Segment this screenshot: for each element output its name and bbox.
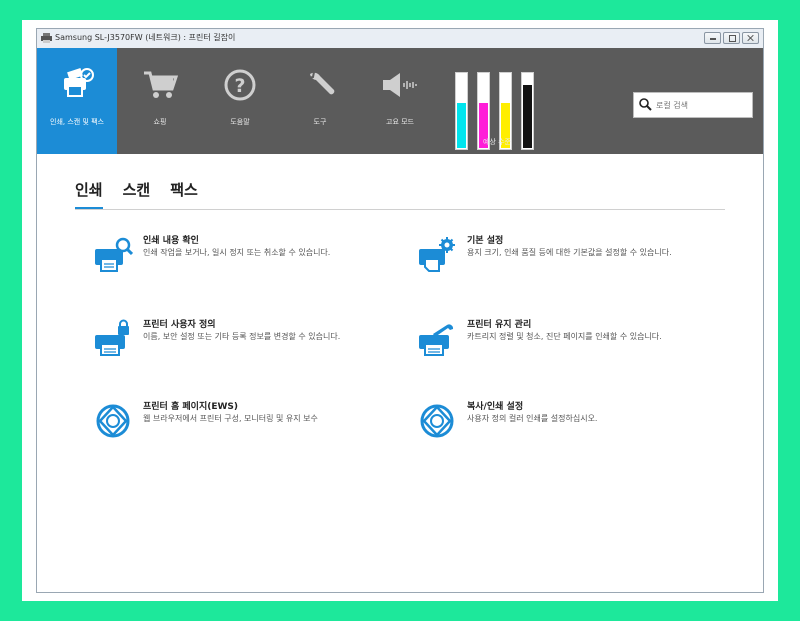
tab-print[interactable]: 인쇄 — [75, 179, 103, 210]
toolbar-label-shopping: 쇼핑 — [153, 118, 167, 126]
toolbar-item-tools[interactable]: 도구 — [280, 48, 360, 154]
ink-level-label: 예상 수준 — [483, 138, 511, 146]
toolbar-label-quiet-mode: 고요 모드 — [386, 118, 414, 126]
printer-lock-icon — [95, 319, 129, 356]
tab-scan[interactable]: 스캔 — [123, 179, 151, 206]
printer-assistant-window: Samsung SL-J3570FW (네트워크) : 프린터 길잡이 인쇄, … — [36, 28, 764, 593]
card-title-copy-print-settings: 복사/인쇄 설정 — [467, 402, 524, 412]
tab-divider — [75, 209, 725, 210]
toolbar-label-print-scan-fax: 인쇄, 스캔 및 팩스 — [50, 118, 104, 126]
minimize-button[interactable] — [704, 32, 721, 44]
toolbar-label-tools: 도구 — [313, 118, 327, 126]
quiet-mode-icon — [383, 73, 417, 97]
window-title: Samsung SL-J3570FW (네트워크) : 프린터 길잡이 — [55, 33, 236, 42]
ews-globe-icon — [96, 404, 130, 438]
search-icon — [639, 98, 652, 111]
card-title-printer-home-page: 프린터 홈 페이지(EWS) — [143, 402, 239, 412]
toolbar: 인쇄, 스캔 및 팩스 쇼핑 ? 도움말 도구 고요 모드 예상 수준 로컬 검… — [37, 48, 763, 154]
printer-app-icon — [41, 33, 52, 43]
card-desc-print-preview: 인쇄 작업을 보거나, 일시 정지 또는 취소할 수 있습니다. — [143, 248, 331, 257]
window-controls — [704, 32, 759, 44]
toolbar-item-shopping[interactable]: 쇼핑 — [120, 48, 200, 154]
close-button[interactable] — [742, 32, 759, 44]
card-title-default-settings: 기본 설정 — [467, 236, 504, 246]
cart-icon — [144, 71, 178, 98]
color-settings-globe-icon — [420, 404, 454, 438]
toolbar-item-quiet-mode[interactable]: 고요 모드 — [360, 48, 440, 154]
print-queue-search-icon — [95, 237, 133, 272]
printer-settings-icon — [419, 237, 455, 272]
toolbar-label-help: 도움말 — [230, 118, 250, 126]
card-print-preview[interactable]: 인쇄 내용 확인 인쇄 작업을 보거나, 일시 정지 또는 취소할 수 있습니다… — [93, 233, 383, 293]
card-title-print-preview: 인쇄 내용 확인 — [143, 236, 199, 246]
tab-fax[interactable]: 팩스 — [170, 179, 198, 206]
search-input[interactable] — [656, 97, 748, 113]
card-copy-print-settings[interactable]: 복사/인쇄 설정 사용자 정의 컬러 인쇄를 설정하십시오. — [417, 399, 707, 459]
card-desc-default-settings: 용지 크기, 인쇄 품질 등에 대한 기본값을 설정할 수 있습니다. — [467, 248, 672, 257]
wrench-icon — [307, 71, 335, 95]
card-maintain-printer[interactable]: 프린터 유지 관리 카트리지 정렬 및 청소, 진단 페이지를 인쇄할 수 있습… — [417, 317, 707, 377]
card-title-customize-printer: 프린터 사용자 정의 — [143, 320, 216, 330]
card-desc-customize-printer: 이름, 보안 설정 또는 기타 등록 정보를 변경할 수 있습니다. — [143, 332, 341, 341]
search-box[interactable] — [633, 92, 753, 118]
svg-text:?: ? — [234, 75, 245, 97]
card-printer-home-page[interactable]: 프린터 홈 페이지(EWS) 웹 브라우저에서 프린터 구성, 모니터링 및 유… — [93, 399, 383, 459]
print-scan-fax-icon — [64, 68, 94, 97]
tab-bar: 인쇄 스캔 팩스 — [75, 179, 218, 210]
card-desc-maintain-printer: 카트리지 정렬 및 청소, 진단 페이지를 인쇄할 수 있습니다. — [467, 332, 662, 341]
card-desc-copy-print-settings: 사용자 정의 컬러 인쇄를 설정하십시오. — [467, 414, 598, 423]
card-customize-printer[interactable]: 프린터 사용자 정의 이름, 보안 설정 또는 기타 등록 정보를 변경할 수 … — [93, 317, 383, 377]
title-bar: Samsung SL-J3570FW (네트워크) : 프린터 길잡이 — [37, 29, 763, 49]
card-desc-printer-home-page: 웹 브라우저에서 프린터 구성, 모니터링 및 유지 보수 — [143, 414, 318, 423]
card-title-maintain-printer: 프린터 유지 관리 — [467, 320, 532, 330]
help-icon: ? — [224, 69, 256, 101]
maximize-button[interactable] — [723, 32, 740, 44]
printer-maintenance-icon — [419, 324, 454, 356]
card-default-settings[interactable]: 기본 설정 용지 크기, 인쇄 품질 등에 대한 기본값을 설정할 수 있습니다… — [417, 233, 707, 293]
toolbar-item-help[interactable]: ? 도움말 — [200, 48, 280, 154]
toolbar-item-print-scan-fax[interactable]: 인쇄, 스캔 및 팩스 — [37, 48, 117, 154]
